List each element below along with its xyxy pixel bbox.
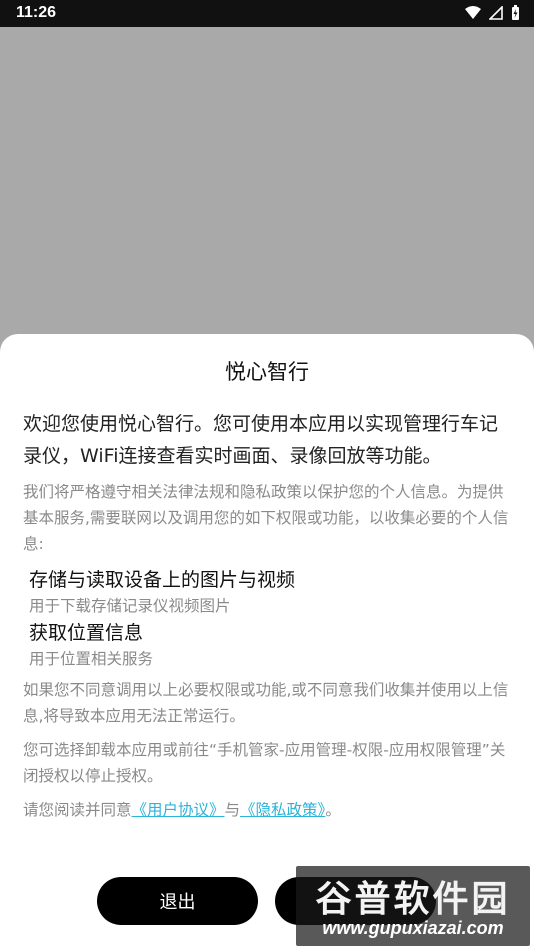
dialog-title: 悦心智行 bbox=[225, 360, 309, 384]
agreement-and: 与 bbox=[224, 801, 241, 819]
permission-desc-location: 用于位置相关服务 bbox=[29, 650, 154, 668]
permission-desc-storage: 用于下载存储记录仪视频图片 bbox=[29, 597, 231, 615]
privacy-dialog: 悦心智行 欢迎您使用悦心智行。您可使用本应用以实现管理行车记录仪，WiFi连接查… bbox=[0, 334, 534, 950]
agreement-suffix: 。 bbox=[325, 801, 341, 819]
status-bar: 11:26 bbox=[0, 0, 534, 27]
status-time: 11:26 bbox=[16, 4, 57, 21]
site-watermark: 谷普软件园 www.gupuxiazai.com bbox=[296, 866, 530, 946]
exit-button-label: 退出 bbox=[159, 892, 196, 913]
user-agreement-link[interactable]: 《用户协议》 bbox=[132, 801, 225, 819]
privacy-policy-link[interactable]: 《隐私政策》 bbox=[240, 801, 325, 819]
agreement-prefix: 请您阅读并同意 bbox=[23, 801, 132, 819]
revoke-text: 您可选择卸载本应用或前往“手机管家-应用管理-权限-应用权限管理”关闭授权以停止… bbox=[23, 741, 506, 785]
signal-icon bbox=[488, 5, 503, 25]
status-icons bbox=[465, 5, 520, 26]
agreement-line: 请您阅读并同意《用户协议》与《隐私政策》。 bbox=[23, 797, 513, 823]
notice-text: 我们将严格遵守相关法律法规和隐私政策以保护您的个人信息。为提供基本服务,需要联网… bbox=[23, 483, 509, 553]
watermark-url: www.gupuxiazai.com bbox=[322, 918, 504, 938]
disagree-text: 如果您不同意调用以上必要权限或功能,或不同意我们收集并使用以上信息,将导致本应用… bbox=[23, 681, 509, 725]
permission-title-storage: 存储与读取设备上的图片与视频 bbox=[29, 569, 296, 591]
wifi-icon bbox=[465, 6, 481, 25]
permission-title-location: 获取位置信息 bbox=[29, 622, 144, 644]
exit-button[interactable]: 退出 bbox=[97, 877, 258, 925]
watermark-title: 谷普软件园 bbox=[315, 879, 511, 920]
intro-text: 欢迎您使用悦心智行。您可使用本应用以实现管理行车记录仪，WiFi连接查看实时画面… bbox=[23, 413, 499, 467]
battery-charging-icon bbox=[511, 5, 520, 26]
